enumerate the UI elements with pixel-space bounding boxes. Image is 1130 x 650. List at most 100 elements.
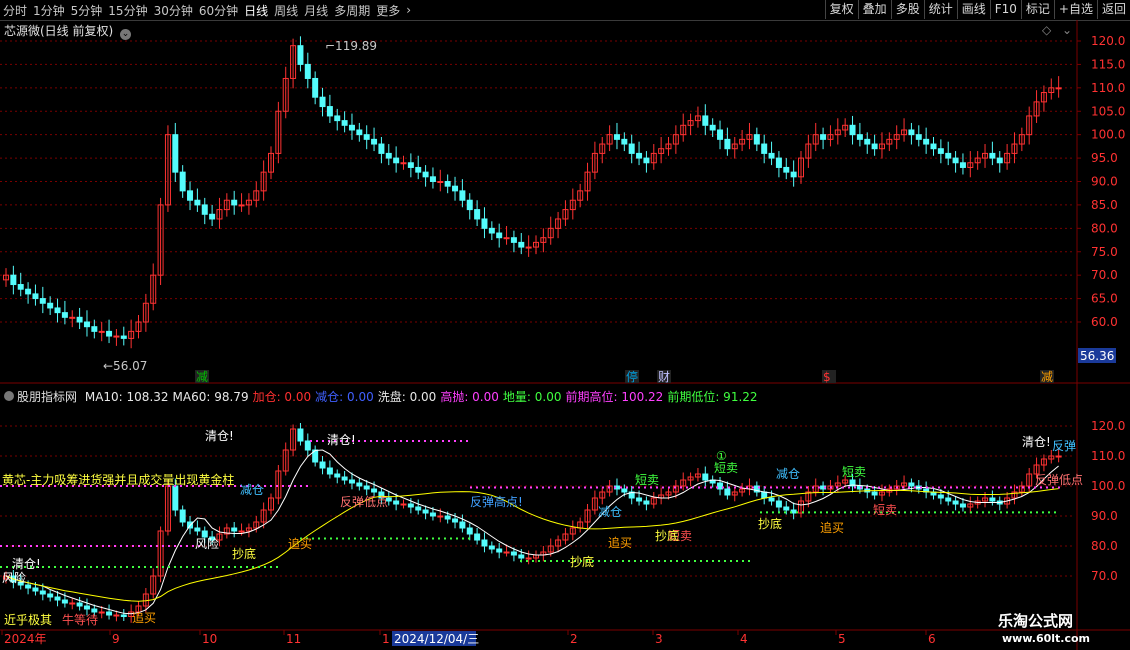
- ind-candle-body: [371, 488, 378, 493]
- date-label: 1: [382, 632, 390, 646]
- ind-tick-label: 110.0: [1091, 449, 1125, 463]
- ind-candle-body: [297, 428, 304, 442]
- candle-body: [503, 237, 510, 240]
- ind-candle-body: [952, 500, 959, 505]
- ind-candle-body: [39, 590, 46, 595]
- candle-body: [724, 138, 731, 150]
- candle-body: [400, 162, 407, 165]
- signal-label: 追买: [820, 520, 844, 535]
- signal-label: 反弹低点: [1035, 473, 1083, 487]
- candle-body: [518, 241, 525, 248]
- candle-body: [201, 204, 208, 215]
- candle-body: [856, 134, 863, 140]
- ind-candle-body: [179, 509, 186, 523]
- candle-body: [761, 143, 768, 154]
- ind-candle-body: [525, 557, 532, 560]
- candle-body: [25, 288, 32, 295]
- candle-body: [908, 129, 915, 136]
- candle-body: [407, 162, 414, 168]
- candle-body: [444, 181, 451, 187]
- candle-body: [363, 134, 370, 140]
- candle-body: [106, 330, 113, 337]
- candle-body: [959, 162, 966, 168]
- signal-label: 短卖: [714, 461, 738, 475]
- candle-body: [613, 134, 620, 140]
- ind-candle-body: [474, 533, 481, 541]
- date-label: 10: [202, 632, 217, 646]
- ind-candle-body: [326, 467, 333, 475]
- ind-candle-body: [76, 602, 83, 607]
- ind-candle-body: [231, 527, 238, 532]
- watermark-logo: 乐淘公式网: [998, 612, 1074, 630]
- chart-canvas[interactable]: 120.0 115.0 110.0 105.0 100.0 95.0 90.0 85.0 80.…: [0, 0, 1130, 650]
- candle-body: [120, 335, 127, 339]
- candle-body: [709, 124, 716, 131]
- candle-body: [32, 293, 39, 300]
- signal-label: 减仓: [776, 467, 800, 481]
- ind-candle-body: [172, 485, 179, 511]
- candle-body: [459, 190, 466, 201]
- ind-candle-body: [319, 461, 326, 469]
- candle-body: [385, 152, 392, 159]
- ind-candle-body: [945, 497, 952, 502]
- signal-label: 减仓: [598, 505, 622, 519]
- candle-body: [319, 96, 326, 108]
- ind-candle-body: [643, 500, 650, 505]
- candle-body: [194, 199, 201, 206]
- candle-body: [775, 157, 782, 168]
- ind-candle-body: [400, 503, 407, 506]
- main-tick-label: 65.0: [1091, 292, 1118, 306]
- ind-candle-body: [429, 512, 436, 517]
- ind-candle-body: [61, 599, 68, 604]
- candle-body: [952, 157, 959, 164]
- ind-candle-body: [415, 506, 422, 511]
- signal-label: 清仓!: [1022, 435, 1051, 449]
- ind-candle-body: [69, 602, 76, 605]
- ind-candle-body: [989, 497, 996, 502]
- high-price-label: ⌐119.89: [325, 39, 377, 53]
- candle-body: [231, 199, 238, 206]
- candle-body: [47, 302, 54, 309]
- ind-candle-body: [393, 500, 400, 505]
- candle-body: [930, 143, 937, 150]
- candle-body: [312, 77, 319, 98]
- signal-label: 减仓: [240, 483, 264, 497]
- candle-body: [326, 106, 333, 117]
- candle-body: [304, 63, 311, 79]
- ind-candle-body: [120, 614, 127, 617]
- ind-candle-body: [407, 503, 414, 508]
- candle-body: [348, 124, 355, 131]
- event-label: 停: [626, 369, 638, 384]
- ind-candle-body: [83, 605, 90, 610]
- event-label: 财: [658, 370, 670, 384]
- signal-label: ①: [716, 449, 727, 463]
- signal-label: 追买: [608, 535, 632, 550]
- ind-candle-body: [503, 551, 510, 554]
- ind-candle-body: [775, 500, 782, 508]
- ind-candle-body: [510, 551, 517, 556]
- indicator-annotation: 黄芯-主力吸筹进货强并且成交量出现黄金柱: [2, 472, 234, 487]
- candle-body: [356, 129, 363, 136]
- ind-candle-body: [717, 482, 724, 490]
- signal-label: 抄底: [758, 516, 782, 531]
- low-price-label: ←56.07: [103, 359, 147, 373]
- main-tick-label: 110.0: [1091, 81, 1125, 95]
- signal-label: 清仓!: [327, 433, 356, 447]
- candle-body: [422, 171, 429, 178]
- cursor-date-label: 2024/12/04/三: [394, 632, 479, 646]
- date-label: 2024年: [4, 632, 47, 646]
- candle-body: [179, 171, 186, 192]
- candle-body: [39, 298, 46, 304]
- ind-candle-body: [908, 482, 915, 487]
- main-tick-label: 90.0: [1091, 175, 1118, 189]
- candle-body: [466, 199, 473, 211]
- date-label: 3: [655, 632, 663, 646]
- candle-body: [989, 152, 996, 159]
- candle-body: [98, 330, 105, 333]
- main-tick-label: 120.0: [1091, 34, 1125, 48]
- ind-candle-body: [356, 482, 363, 487]
- candle-body: [54, 307, 61, 314]
- candle-body: [915, 134, 922, 140]
- event-label: 减: [1041, 370, 1053, 384]
- ind-candle-body: [452, 518, 459, 523]
